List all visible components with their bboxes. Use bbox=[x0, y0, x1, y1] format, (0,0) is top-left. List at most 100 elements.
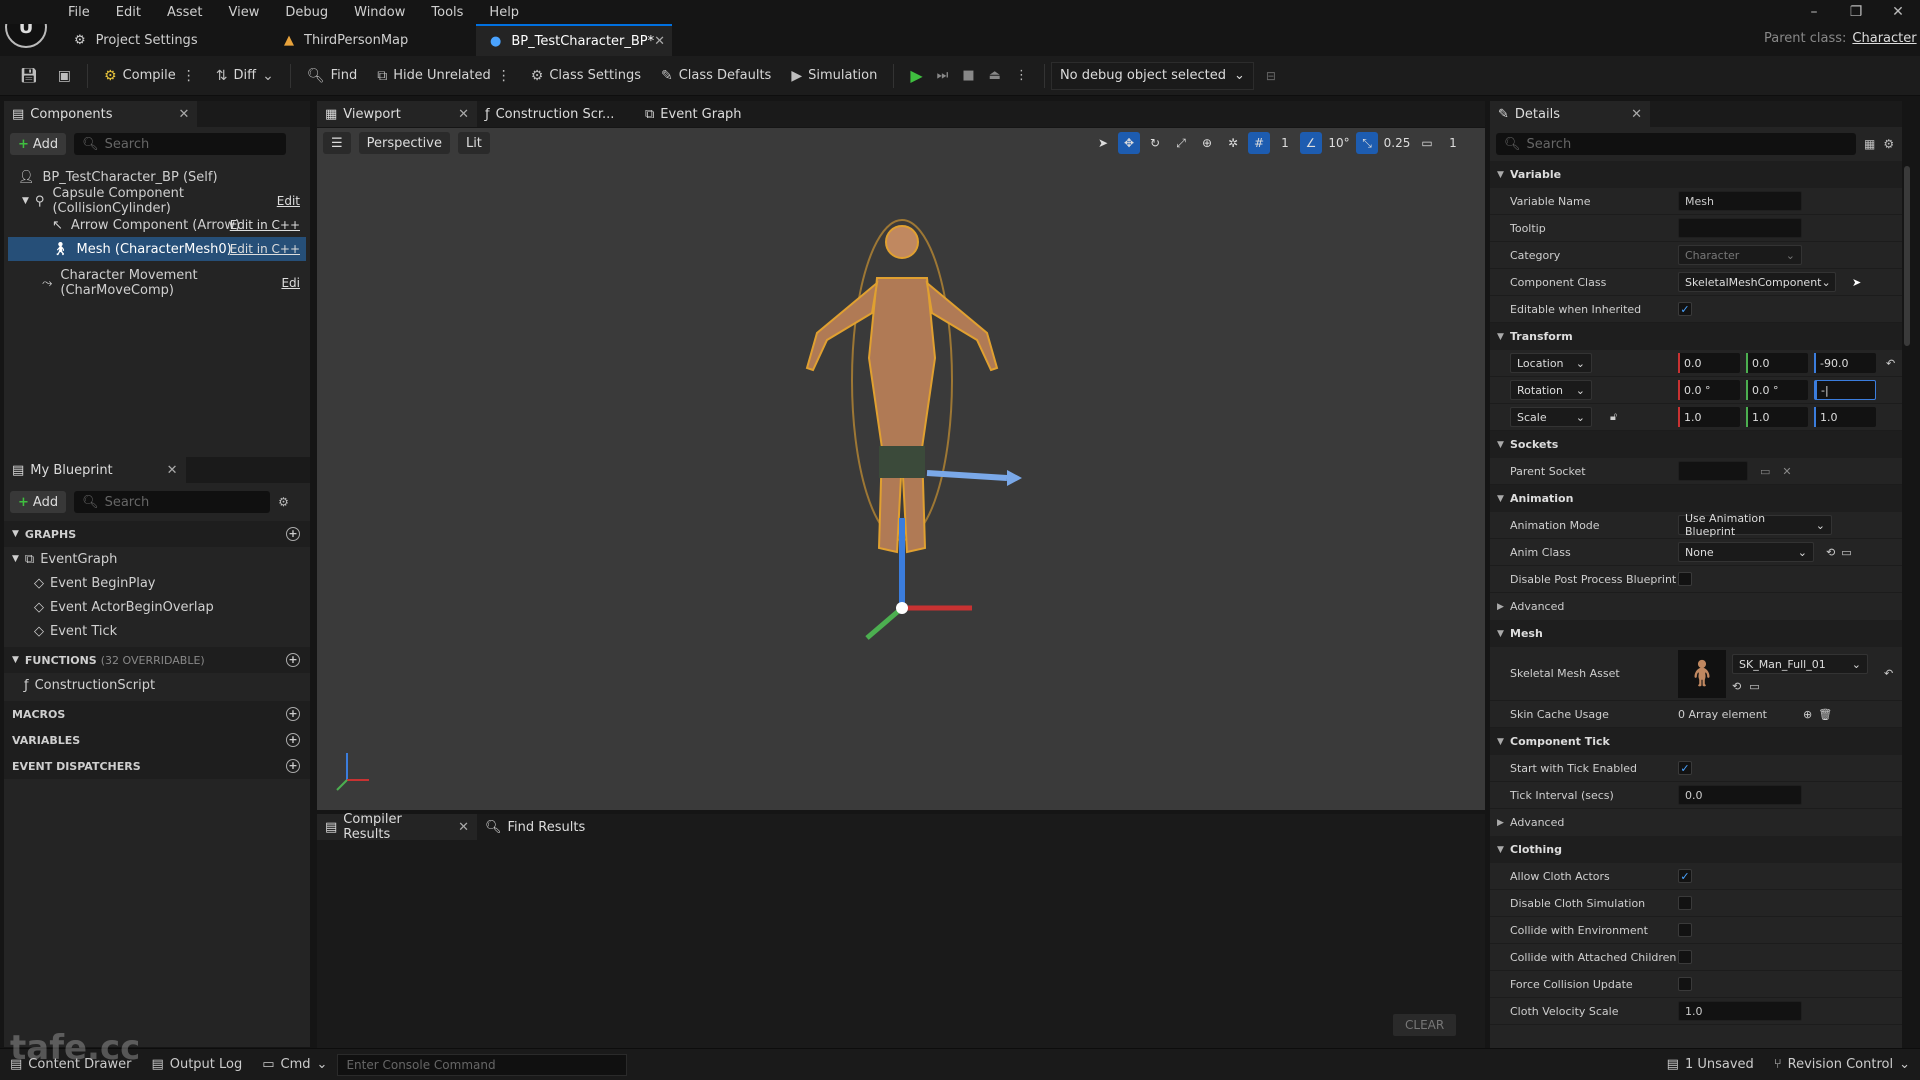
more-icon[interactable]: ⋮ bbox=[497, 68, 511, 84]
start-tick-checkbox[interactable]: ✓ bbox=[1678, 761, 1692, 775]
components-tab[interactable]: ▤ Components ✕ bbox=[4, 101, 198, 127]
skeletal-mesh-select[interactable]: SK_Man_Full_01 ⌄ bbox=[1732, 654, 1868, 674]
rotation-z-input[interactable]: -| bbox=[1814, 380, 1876, 400]
tab-bp-testcharacter[interactable]: ● BP_TestCharacter_BP* ✕ bbox=[476, 24, 672, 56]
close-tab-icon[interactable]: ✕ bbox=[654, 34, 665, 49]
clear-icon[interactable]: ✕ bbox=[1782, 465, 1791, 478]
close-icon[interactable]: ✕ bbox=[458, 107, 469, 122]
parent-class-link[interactable]: Character bbox=[1852, 31, 1916, 46]
add-function-icon[interactable]: + bbox=[286, 653, 300, 667]
add-element-icon[interactable]: ⊕ bbox=[1803, 708, 1812, 721]
add-dispatcher-icon[interactable]: + bbox=[286, 759, 300, 773]
find-button[interactable]: 🔍︎ Find bbox=[297, 60, 367, 92]
scale-mode-select[interactable]: Scale ⌄ bbox=[1510, 407, 1592, 427]
my-blueprint-search-input[interactable]: 🔍︎ Search bbox=[74, 491, 271, 513]
tab-construction-script[interactable]: ƒ Construction Scr... bbox=[477, 101, 637, 127]
edit-link[interactable]: Edi bbox=[281, 276, 300, 290]
debug-object-select[interactable]: No debug object selected ⌄ bbox=[1050, 61, 1254, 90]
eject-icon[interactable]: ⏏ bbox=[989, 68, 1001, 83]
tick-advanced[interactable]: ▶ Advanced bbox=[1490, 809, 1902, 836]
category-select[interactable]: Character ⌄ bbox=[1678, 245, 1802, 265]
section-component-tick[interactable]: ▼ Component Tick bbox=[1490, 728, 1902, 755]
tick-interval-input[interactable]: 0.0 bbox=[1678, 785, 1802, 805]
details-tab[interactable]: ✎ Details ✕ bbox=[1490, 101, 1650, 127]
tab-compiler-results[interactable]: ▤ Compiler Results ✕ bbox=[317, 812, 477, 842]
gear-icon[interactable]: ⚙ bbox=[278, 495, 289, 509]
stop-icon[interactable]: ■ bbox=[962, 68, 974, 83]
class-settings-button[interactable]: ⚙ Class Settings bbox=[521, 60, 651, 92]
location-y-input[interactable]: 0.0 bbox=[1746, 353, 1808, 373]
compile-button[interactable]: ⚙ Compile ⋮ bbox=[94, 60, 206, 92]
parent-socket-input[interactable] bbox=[1678, 461, 1748, 481]
gear-icon[interactable]: ⚙ bbox=[1883, 137, 1894, 151]
browse-icon[interactable]: ▭ bbox=[1749, 680, 1759, 693]
event-graph-item[interactable]: ▼ ⧉ EventGraph bbox=[4, 547, 310, 571]
functions-section[interactable]: ▼ FUNCTIONS (32 OVERRIDABLE) + bbox=[4, 647, 310, 673]
add-component-button[interactable]: + Add bbox=[10, 133, 67, 155]
debug-filter-icon[interactable]: ⊟ bbox=[1266, 69, 1276, 83]
location-mode-select[interactable]: Location ⌄ bbox=[1510, 353, 1592, 373]
scale-x-input[interactable]: 1.0 bbox=[1678, 407, 1740, 427]
console-command-input[interactable]: Enter Console Command bbox=[337, 1053, 628, 1076]
diff-button[interactable]: ⇅ Diff ⌄ bbox=[206, 60, 284, 92]
editable-inherited-checkbox[interactable]: ✓ bbox=[1678, 302, 1692, 316]
location-z-input[interactable]: -90.0 bbox=[1814, 353, 1876, 373]
add-macro-icon[interactable]: + bbox=[286, 707, 300, 721]
lock-icon[interactable]: 🔓︎ bbox=[1610, 410, 1617, 424]
viewport[interactable]: ☰ Perspective Lit ➤ ✥ ↻ ⤢ ⊕ ✲ # 1 ∠ 10° … bbox=[317, 128, 1485, 810]
add-variable-icon[interactable]: + bbox=[286, 733, 300, 747]
reset-icon[interactable]: ↶ bbox=[1884, 667, 1893, 680]
rotation-y-input[interactable]: 0.0 ° bbox=[1746, 380, 1808, 400]
output-log-button[interactable]: ▤ Output Log bbox=[141, 1057, 252, 1072]
section-mesh[interactable]: ▼ Mesh bbox=[1490, 620, 1902, 647]
section-clothing[interactable]: ▼ Clothing bbox=[1490, 836, 1902, 863]
components-search-input[interactable]: 🔍︎ Search bbox=[74, 133, 287, 155]
my-blueprint-tab[interactable]: ▤ My Blueprint ✕ bbox=[4, 457, 186, 483]
minimize-icon[interactable]: – bbox=[1796, 0, 1832, 24]
menu-window[interactable]: Window bbox=[354, 5, 405, 20]
add-member-button[interactable]: + Add bbox=[10, 491, 67, 513]
play-icon[interactable]: ▶ bbox=[910, 66, 922, 85]
tab-project-settings[interactable]: ⚙ Project Settings bbox=[60, 24, 270, 56]
tree-item-character-movement[interactable]: ⤳ Character Movement (CharMoveComp) Edi bbox=[8, 268, 306, 298]
close-icon[interactable]: ✕ bbox=[1880, 0, 1916, 24]
close-icon[interactable]: ✕ bbox=[167, 463, 178, 478]
rotation-x-input[interactable]: 0.0 ° bbox=[1678, 380, 1740, 400]
more-icon[interactable]: ⋮ bbox=[182, 68, 196, 84]
location-x-input[interactable]: 0.0 bbox=[1678, 353, 1740, 373]
tooltip-input[interactable] bbox=[1678, 218, 1802, 238]
browse-socket-icon[interactable]: ▭ bbox=[1760, 465, 1770, 478]
section-variable[interactable]: ▼ Variable bbox=[1490, 161, 1902, 188]
tab-find-results[interactable]: 🔍︎ Find Results bbox=[477, 814, 594, 840]
cloth-velocity-input[interactable]: 1.0 bbox=[1678, 1001, 1802, 1021]
tree-item-capsule[interactable]: ▼ ⚲ Capsule Component (CollisionCylinder) E… bbox=[8, 186, 306, 216]
tab-viewport[interactable]: ▦ Viewport ✕ bbox=[317, 101, 477, 127]
reset-icon[interactable]: ↶ bbox=[1886, 357, 1895, 370]
scale-z-input[interactable]: 1.0 bbox=[1814, 407, 1876, 427]
section-sockets[interactable]: ▼ Sockets bbox=[1490, 431, 1902, 458]
table-view-icon[interactable]: ▦ bbox=[1864, 137, 1875, 151]
allow-cloth-actors-checkbox[interactable]: ✓ bbox=[1678, 869, 1692, 883]
menu-tools[interactable]: Tools bbox=[431, 5, 463, 20]
use-selected-icon[interactable]: ⟲ bbox=[1826, 546, 1835, 559]
menu-debug[interactable]: Debug bbox=[285, 5, 328, 20]
menu-edit[interactable]: Edit bbox=[116, 5, 141, 20]
section-animation[interactable]: ▼ Animation bbox=[1490, 485, 1902, 512]
simulation-button[interactable]: ▶ Simulation bbox=[781, 60, 887, 92]
force-collision-update-checkbox[interactable] bbox=[1678, 977, 1692, 991]
close-icon[interactable]: ✕ bbox=[458, 820, 469, 835]
tree-item-mesh[interactable]: 🚶︎ Mesh (CharacterMesh0) Edit in C++ bbox=[8, 237, 306, 261]
details-scrollbar[interactable] bbox=[1904, 166, 1910, 346]
tab-thirdpersonmap[interactable]: ▲ ThirdPersonMap bbox=[270, 24, 476, 56]
close-icon[interactable]: ✕ bbox=[179, 107, 190, 122]
browse-icon[interactable]: ▭ bbox=[1841, 546, 1851, 559]
disable-post-process-checkbox[interactable] bbox=[1678, 572, 1692, 586]
disable-cloth-sim-checkbox[interactable] bbox=[1678, 896, 1692, 910]
menu-help[interactable]: Help bbox=[489, 5, 519, 20]
unsaved-button[interactable]: ▤ 1 Unsaved bbox=[1657, 1057, 1764, 1072]
edit-in-cpp-link[interactable]: Edit in C++ bbox=[230, 218, 300, 232]
cmd-select[interactable]: ▭ Cmd ⌄ bbox=[252, 1057, 337, 1072]
hide-unrelated-button[interactable]: ⧉ Hide Unrelated ⋮ bbox=[367, 60, 521, 92]
collide-environment-checkbox[interactable] bbox=[1678, 923, 1692, 937]
use-selected-icon[interactable]: ⟲ bbox=[1732, 680, 1741, 693]
